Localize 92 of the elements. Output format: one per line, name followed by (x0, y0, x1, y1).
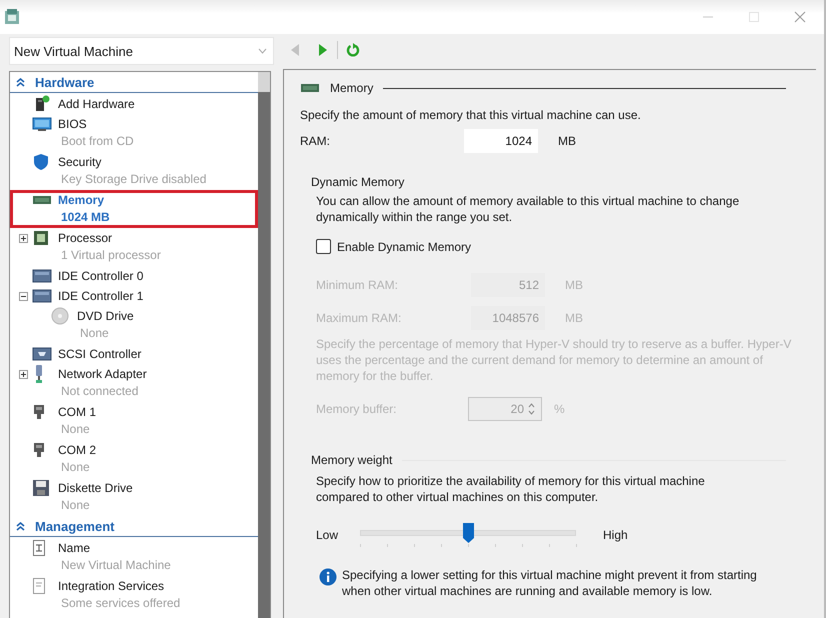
shield-icon (32, 153, 50, 171)
tree-item[interactable]: Memory 1024 MB (10, 190, 258, 228)
item-detail: Some services offered (60, 596, 182, 612)
description-text: Specify how to prioritize the availability of memory for this virtual machine compared to other virtual machines on this computer. (316, 473, 706, 505)
controller-icon (32, 346, 52, 362)
item-name: Processor (58, 230, 114, 247)
item-name: COM 2 (58, 442, 98, 459)
item-name: DVD Drive (77, 308, 135, 325)
expand-icon[interactable] (18, 370, 28, 378)
memory-icon (300, 82, 320, 94)
item-detail: 1024 MB (60, 210, 111, 226)
unit-label: MB (557, 134, 577, 148)
description-text: You can allow the amount of memory available to this virtual machine to change dynamically within the range you set. (316, 193, 740, 225)
unit-label: MB (564, 310, 584, 324)
expand-icon[interactable] (18, 234, 28, 242)
item-detail: None (79, 326, 110, 342)
floppy-icon (32, 479, 50, 497)
tree-item[interactable]: Name New Virtual Machine (10, 538, 258, 576)
collapse-icon[interactable] (16, 78, 25, 86)
info-icon (319, 568, 337, 586)
tree-item[interactable]: IDE Controller 1 (10, 286, 258, 306)
item-name: SCSI Controller (58, 346, 142, 363)
tree-item[interactable]: Processor 1 Virtual processor (10, 228, 258, 266)
number-field[interactable]: 1024 (464, 129, 538, 153)
item-detail: Key Storage Drive disabled (60, 172, 208, 188)
item-name: COM 1 (58, 404, 98, 421)
info-note: Specifying a lower setting for this virtual machine might prevent it from starting when other virtual machines are running and available memory is low. (342, 567, 758, 599)
item-name: Add Hardware (58, 96, 136, 113)
item-name: Name (58, 540, 92, 557)
tree-item[interactable]: Security Key Storage Drive disabled (10, 152, 258, 190)
app-icon (4, 8, 20, 26)
item-detail: Boot from CD (60, 134, 135, 150)
monitor-icon (32, 116, 52, 132)
disc-icon (51, 307, 69, 325)
checkbox[interactable] (316, 239, 331, 254)
unit-label: % (553, 402, 566, 416)
tree-item[interactable]: DVD Drive None (10, 306, 258, 344)
document-icon (32, 577, 46, 595)
checkbox-label[interactable]: Enable Dynamic Memory (337, 240, 472, 254)
field-label: Memory buffer: (316, 402, 398, 416)
tree-item[interactable]: Diskette Drive None (10, 478, 258, 516)
section-title[interactable]: Management (35, 518, 114, 534)
intro-text: Specify the amount of memory that this virtual machine can use. (300, 108, 642, 124)
item-detail: New Virtual Machine (60, 558, 172, 574)
tree-item[interactable]: Network Adapter Not connected (10, 364, 258, 402)
field-label: RAM: (300, 134, 331, 148)
item-name: Network Adapter (58, 366, 148, 383)
item-detail: Not connected (60, 384, 140, 400)
tree-item[interactable]: Add Hardware (10, 94, 258, 114)
machine-dropdown[interactable]: New Virtual Machine (9, 37, 274, 65)
slider-thumb[interactable] (462, 522, 475, 544)
controller-icon (32, 288, 52, 304)
description-text: Specify the percentage of memory that Hyper-V should try to reserve as a buffer. Hyper-V uses the percentage and the current demand for memory to determine an amount of memory for the buffer. (316, 336, 792, 384)
item-name: BIOS (58, 116, 88, 133)
scrollbar-thumb[interactable] (258, 92, 270, 618)
field-label: Maximum RAM: (316, 310, 402, 324)
chip-icon (32, 229, 50, 247)
slider-high-label: High (603, 528, 628, 542)
item-name: IDE Controller 0 (58, 268, 144, 285)
item-detail: None (60, 422, 91, 438)
tree-item[interactable]: SCSI Controller (10, 344, 258, 364)
item-name: Memory (58, 192, 106, 209)
section-title[interactable]: Hardware (35, 74, 94, 90)
collapse-icon[interactable] (16, 522, 25, 530)
tree-item[interactable]: Integration Services Some services offered (10, 576, 258, 614)
slider-low-label: Low (316, 528, 340, 542)
document-icon (32, 539, 46, 557)
port-icon (32, 403, 46, 421)
tree-item[interactable]: BIOS Boot from CD (10, 114, 258, 152)
play-icon[interactable] (317, 43, 329, 57)
refresh-icon[interactable] (346, 43, 360, 57)
tree-item[interactable]: IDE Controller 0 (10, 266, 258, 286)
memory-icon (32, 194, 52, 206)
item-name: Diskette Drive (58, 480, 134, 497)
item-detail: None (60, 498, 91, 514)
section-title: Memory (330, 81, 374, 95)
unit-label: MB (564, 278, 584, 292)
item-name: IDE Controller 1 (58, 288, 144, 305)
tree-item[interactable]: COM 2 None (10, 440, 258, 478)
item-name: Integration Services (58, 578, 166, 595)
item-name: Security (58, 154, 102, 171)
port-icon (32, 441, 46, 459)
collapse-icon[interactable] (18, 292, 28, 300)
close-icon[interactable] (794, 11, 806, 23)
controller-icon (32, 268, 52, 284)
item-detail: None (60, 460, 91, 476)
item-detail: 1 Virtual processor (60, 248, 162, 264)
group-title: Dynamic Memory (311, 175, 406, 191)
group-title: Memory weight (311, 453, 392, 467)
tree-item[interactable]: COM 1 None (10, 402, 258, 440)
caret-icon (258, 48, 267, 54)
field-label: Minimum RAM: (316, 278, 400, 292)
